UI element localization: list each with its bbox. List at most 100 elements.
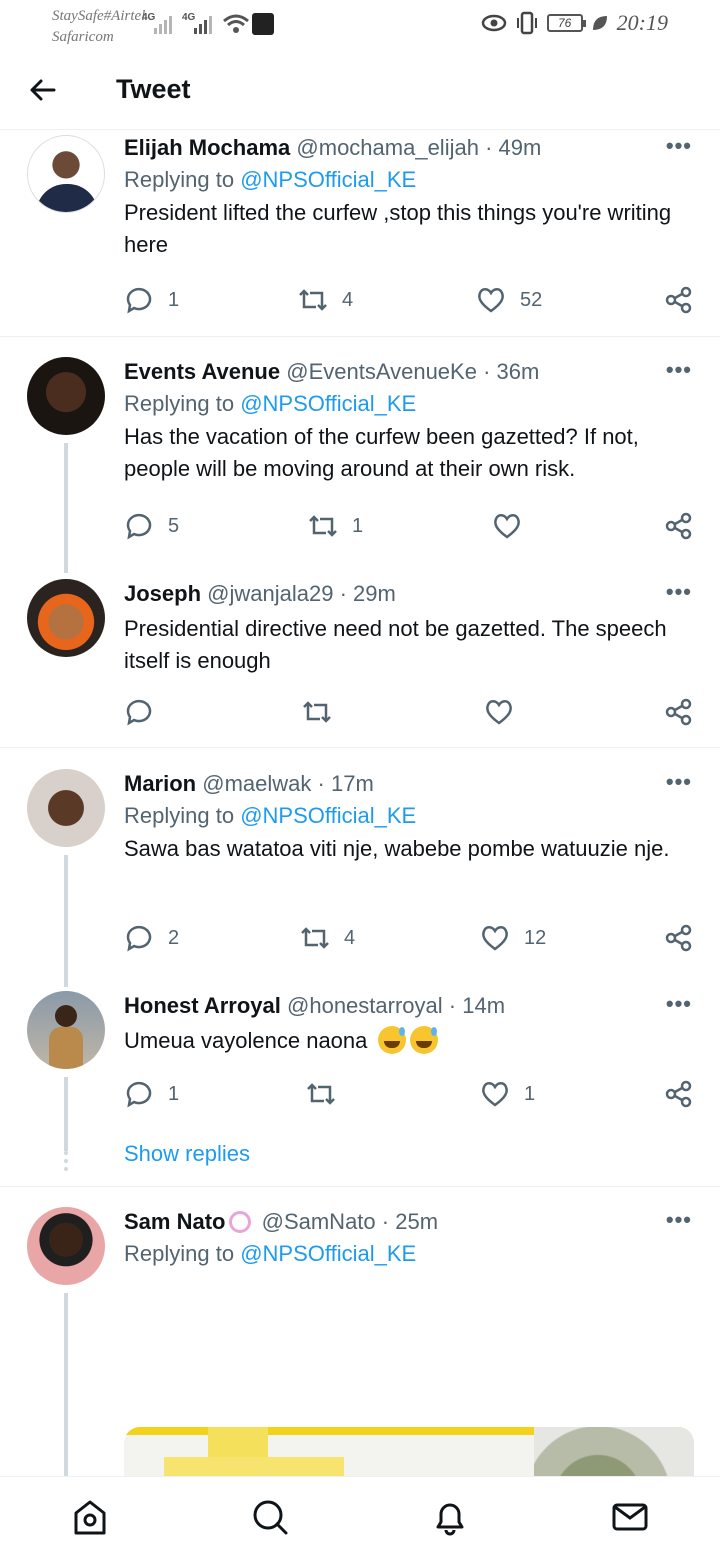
- like-button[interactable]: [492, 511, 536, 541]
- heart-icon: [494, 514, 520, 539]
- share-button[interactable]: [664, 511, 694, 541]
- divider: [0, 1186, 720, 1187]
- retweet-count: 4: [344, 926, 356, 949]
- avatar[interactable]: [27, 579, 105, 657]
- messages-icon[interactable]: [610, 1497, 650, 1537]
- avatar[interactable]: [27, 991, 105, 1069]
- mention-link[interactable]: @NPSOfficial_KE: [240, 1241, 416, 1266]
- tweet-text: Has the vacation of the curfew been gaze…: [124, 424, 639, 481]
- sweat-smile-emoji-icon: [377, 1026, 406, 1054]
- share-button[interactable]: [664, 923, 694, 953]
- tweet-text: Presidential directive need not be gazet…: [124, 616, 667, 673]
- carrier-line-2: Safaricom: [52, 29, 114, 45]
- retweet-button[interactable]: 4: [298, 285, 353, 315]
- reply-icon: [126, 1081, 152, 1108]
- tweet-time: 29m: [353, 581, 396, 606]
- author-handle[interactable]: @mochama_elijah: [296, 135, 479, 160]
- more-options-icon[interactable]: •••: [666, 133, 692, 159]
- separator-dot: ·: [483, 359, 491, 384]
- retweet-button[interactable]: [306, 1079, 350, 1109]
- tweet-body: Events Avenue @EventsAvenueKe · 36m ••• …: [124, 357, 692, 485]
- retweet-button[interactable]: [302, 697, 346, 727]
- tweet-item[interactable]: Elijah Mochama @mochama_elijah · 49m •••…: [0, 131, 720, 337]
- avatar[interactable]: [27, 1207, 105, 1285]
- reply-button[interactable]: 2: [124, 923, 179, 953]
- reply-count: 5: [168, 514, 180, 537]
- reply-button[interactable]: [124, 697, 168, 727]
- battery-level: 76: [557, 16, 572, 30]
- show-replies-link[interactable]: Show replies: [124, 1141, 250, 1167]
- tweet-text-line: Umeua vayolence naona: [124, 1025, 692, 1057]
- mention-link[interactable]: @NPSOfficial_KE: [240, 167, 416, 192]
- like-button[interactable]: 52: [476, 285, 542, 315]
- author-handle[interactable]: @honestarroyal: [287, 993, 443, 1018]
- tweet-body: Sam Nato @SamNato · 25m ••• Replying to …: [124, 1207, 692, 1271]
- more-options-icon[interactable]: •••: [666, 1207, 692, 1233]
- thread-dots: [64, 1143, 68, 1171]
- more-options-icon[interactable]: •••: [666, 357, 692, 383]
- retweet-button[interactable]: 4: [300, 923, 355, 953]
- tweet-header: Sam Nato @SamNato · 25m: [124, 1207, 692, 1237]
- tweet-item[interactable]: Sam Nato @SamNato · 25m ••• Replying to …: [0, 1207, 720, 1560]
- vibrate-icon: [516, 11, 537, 35]
- avatar[interactable]: [27, 135, 105, 213]
- author-name[interactable]: Events Avenue: [124, 359, 280, 384]
- search-icon[interactable]: [250, 1497, 290, 1537]
- author-name[interactable]: Joseph: [124, 581, 201, 606]
- tweet-header: Joseph @jwanjala29 · 29m: [124, 579, 692, 609]
- separator-dot: ·: [381, 1209, 390, 1234]
- more-options-icon[interactable]: •••: [666, 769, 692, 795]
- author-name[interactable]: Elijah Mochama: [124, 135, 290, 160]
- mention-link[interactable]: @NPSOfficial_KE: [240, 803, 416, 828]
- tweet-item[interactable]: Joseph @jwanjala29 · 29m ••• Presidentia…: [0, 579, 720, 749]
- like-count: 52: [520, 288, 543, 311]
- notifications-icon[interactable]: [430, 1497, 470, 1537]
- author-handle[interactable]: @jwanjala29: [207, 581, 333, 606]
- author-name[interactable]: Honest Arroyal: [124, 993, 281, 1018]
- share-button[interactable]: [664, 697, 694, 727]
- author-handle[interactable]: @maelwak: [202, 771, 311, 796]
- author-handle[interactable]: @SamNato: [262, 1209, 376, 1234]
- carrier-line-1: StaySafe#Airtel: [52, 8, 146, 24]
- replying-to: Replying to @NPSOfficial_KE: [124, 387, 692, 421]
- more-options-icon[interactable]: •••: [666, 991, 692, 1017]
- arrow-left-icon[interactable]: [28, 76, 56, 104]
- reply-icon: [126, 287, 152, 314]
- tweet-body: Honest Arroyal @honestarroyal · 14m ••• …: [124, 991, 692, 1057]
- reply-button[interactable]: 1: [124, 1079, 179, 1109]
- tweet-time: 17m: [330, 771, 374, 796]
- reply-button[interactable]: 1: [124, 285, 179, 315]
- more-options-icon[interactable]: •••: [666, 579, 692, 605]
- like-count: 1: [524, 1082, 536, 1105]
- retweet-icon: [299, 289, 327, 311]
- author-name[interactable]: Sam Nato: [124, 1209, 225, 1234]
- avatar[interactable]: [27, 769, 105, 847]
- retweet-count: 4: [342, 288, 354, 311]
- app-notification-icon: [252, 13, 274, 35]
- mention-link[interactable]: @NPSOfficial_KE: [240, 391, 416, 416]
- like-button[interactable]: 12: [480, 923, 546, 953]
- tweet-text: Sawa bas watatoa viti nje, wabebe pombe …: [124, 836, 670, 861]
- reply-count: 1: [168, 1082, 180, 1105]
- like-button[interactable]: [484, 697, 528, 727]
- author-handle[interactable]: @EventsAvenueKe: [286, 359, 477, 384]
- tweet-item[interactable]: Marion @maelwak · 17m ••• Replying to @N…: [0, 769, 720, 987]
- status-right: 76 20:19: [481, 10, 668, 36]
- tweet-body: Marion @maelwak · 17m ••• Replying to @N…: [124, 769, 692, 865]
- tweet-actions: 2 4 12: [124, 923, 696, 955]
- tweet-body: Joseph @jwanjala29 · 29m ••• Presidentia…: [124, 579, 692, 677]
- heart-icon: [482, 926, 508, 951]
- like-button[interactable]: 1: [480, 1079, 535, 1109]
- share-button[interactable]: [664, 1079, 694, 1109]
- retweet-button[interactable]: 1: [308, 511, 363, 541]
- author-name[interactable]: Marion: [124, 771, 196, 796]
- tweet-item[interactable]: Honest Arroyal @honestarroyal · 14m ••• …: [0, 991, 720, 1187]
- heart-icon: [482, 1082, 508, 1107]
- tweet-item[interactable]: Events Avenue @EventsAvenueKe · 36m ••• …: [0, 357, 720, 573]
- battery-icon: 76: [546, 14, 586, 32]
- tweet-actions: [124, 697, 696, 729]
- avatar[interactable]: [27, 357, 105, 435]
- share-button[interactable]: [664, 285, 694, 315]
- reply-button[interactable]: 5: [124, 511, 179, 541]
- home-icon[interactable]: [70, 1497, 110, 1537]
